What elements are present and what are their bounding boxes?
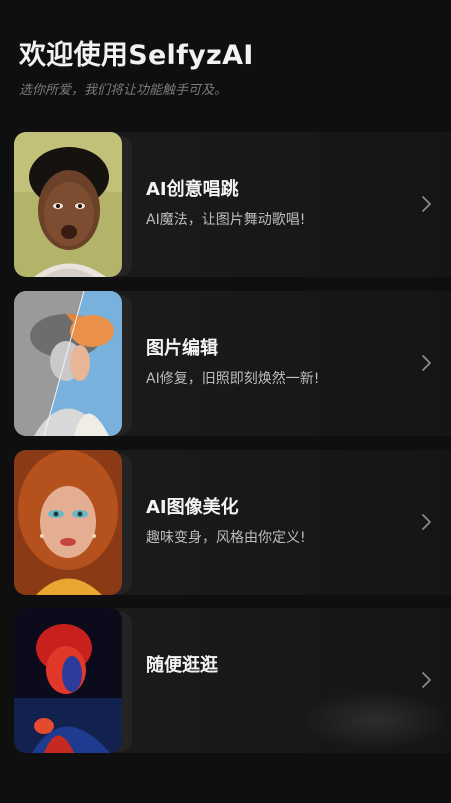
- home-screen: 欢迎使用SelfyzAI 选你所爱，我们将让功能触手可及。 AI创意唱跳 AI魔…: [0, 0, 451, 803]
- chevron-right-icon: [421, 194, 433, 214]
- card-description: AI魔法，让图片舞动歌唱!: [146, 212, 306, 228]
- card-title: 图片编辑: [146, 338, 218, 359]
- card-thumbnail: [14, 450, 132, 595]
- photo-restore-woman-hat-icon: [14, 291, 122, 436]
- card-text: AI创意唱跳 AI魔法，让图片舞动歌唱!: [146, 178, 305, 230]
- chevron-right-icon: [421, 512, 433, 532]
- chevron-right-icon: [421, 670, 433, 690]
- card-description: 趣味变身，风格由你定义!: [146, 530, 306, 546]
- card-text: 图片编辑 AI修复，旧照即刻焕然一新!: [146, 337, 319, 389]
- portrait-neon-man-icon: [14, 608, 122, 753]
- card-title: AI创意唱跳: [146, 179, 239, 200]
- card-title: 随便逛逛: [146, 655, 218, 676]
- portrait-redhead-woman-icon: [14, 450, 122, 595]
- card-thumbnail: [14, 132, 132, 277]
- page-subtitle: 选你所爱，我们将让功能触手可及。: [19, 83, 228, 98]
- feature-card-browse[interactable]: 随便逛逛: [14, 608, 451, 753]
- feature-card-ai-beautify[interactable]: AI图像美化 趣味变身，风格由你定义!: [14, 450, 451, 595]
- card-text: 随便逛逛: [146, 654, 218, 678]
- card-thumbnail: [14, 291, 132, 436]
- card-thumbnail: [14, 608, 132, 753]
- portrait-smiling-man-icon: [14, 132, 122, 277]
- feature-card-photo-edit[interactable]: 图片编辑 AI修复，旧照即刻焕然一新!: [14, 291, 451, 436]
- card-title: AI图像美化: [146, 497, 239, 518]
- card-description: AI修复，旧照即刻焕然一新!: [146, 371, 320, 387]
- card-text: AI图像美化 趣味变身，风格由你定义!: [146, 496, 306, 548]
- page-title: 欢迎使用SelfyzAI: [19, 40, 254, 71]
- chevron-right-icon: [421, 353, 433, 373]
- welcome-header: 欢迎使用SelfyzAI 选你所爱，我们将让功能触手可及。: [19, 38, 439, 100]
- feature-card-ai-dance[interactable]: AI创意唱跳 AI魔法，让图片舞动歌唱!: [14, 132, 451, 277]
